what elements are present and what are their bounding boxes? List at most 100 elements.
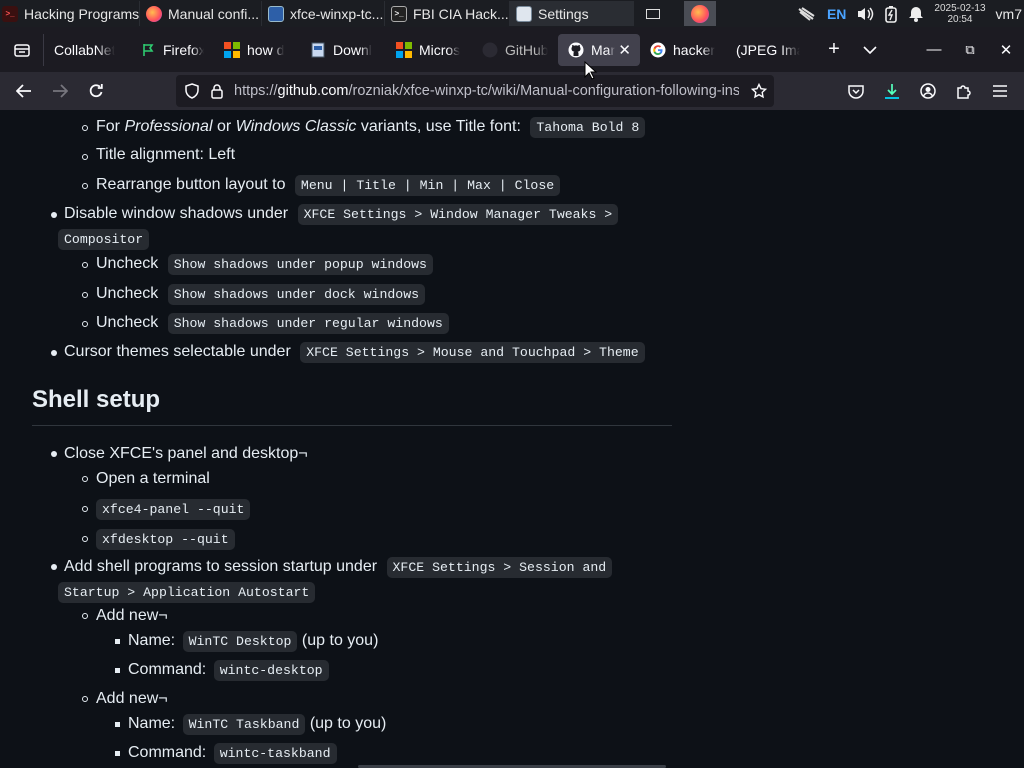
tab-jpeg-image[interactable]: (JPEG Ima <box>726 34 810 66</box>
back-arrow-icon <box>16 84 31 98</box>
tab-hacker[interactable]: hacker <box>640 34 726 66</box>
pocket-icon <box>848 84 864 99</box>
keyboard-layout[interactable]: EN <box>827 6 846 22</box>
inline-code: XFCE Settings > Window Manager Tweaks > <box>297 204 619 225</box>
tab-how-do[interactable]: how d <box>214 34 300 66</box>
firefox-view-button[interactable] <box>0 33 44 66</box>
url-bar[interactable]: https://github.com/rozniak/xfce-winxp-tc… <box>176 75 774 107</box>
list-bullet <box>82 506 88 512</box>
tab-microsoft[interactable]: Micros <box>386 34 472 66</box>
new-tab-button[interactable]: + <box>816 38 852 61</box>
tab-github[interactable]: GitHub <box>472 34 558 66</box>
tracking-protection-shield-icon[interactable] <box>184 83 200 99</box>
list-item: Disable window shadows under XFCE Settin… <box>64 202 619 227</box>
clock-time: 20:54 <box>947 13 973 25</box>
firefox-icon <box>146 5 162 22</box>
list-item: Open a terminal <box>96 470 210 487</box>
list-bullet <box>51 451 57 457</box>
text: Command: <box>128 661 207 678</box>
tab-manual-config[interactable]: Mar ✕ <box>558 33 640 66</box>
firefox-launcher-icon[interactable] <box>684 1 716 26</box>
minimize-icon[interactable]: — <box>916 41 952 58</box>
task-fbi-cia[interactable]: >_ FBI CIA Hack... <box>385 1 510 26</box>
account-button[interactable] <box>910 75 946 107</box>
clock[interactable]: 2025-02-13 20:54 <box>934 3 985 25</box>
list-item: Command: wintc-desktop <box>128 658 329 683</box>
pocket-button[interactable] <box>838 75 874 107</box>
tab-label: Firefox <box>163 41 204 58</box>
list-item: Add shell programs to session startup un… <box>64 555 613 580</box>
list-bullet <box>51 564 57 570</box>
volume-icon[interactable] <box>856 6 874 22</box>
mouse-cursor-icon <box>584 61 598 80</box>
list-bullet <box>82 125 88 131</box>
tab-collabnet[interactable]: CollabNet <box>44 34 130 66</box>
battery-icon[interactable] <box>884 5 898 23</box>
network-icon[interactable] <box>797 6 817 22</box>
list-all-tabs-button[interactable] <box>852 45 888 54</box>
app-menu-button[interactable] <box>982 75 1018 107</box>
list-item: xfdesktop --quit <box>96 527 235 552</box>
inline-code: XFCE Settings > Session and <box>386 557 613 578</box>
divider <box>32 425 672 426</box>
task-settings[interactable]: Settings <box>510 1 634 26</box>
account-icon <box>920 83 936 99</box>
maximize-icon[interactable]: ⧉ <box>952 42 988 58</box>
task-hacking-programs[interactable]: >_ Hacking Programs ≡ <box>0 1 140 26</box>
text: or <box>212 118 236 135</box>
list-item: Cursor themes selectable under XFCE Sett… <box>64 340 645 365</box>
window-controls: — ⧉ ✕ <box>916 27 1024 72</box>
list-item: For Professional or Windows Classic vari… <box>96 115 646 140</box>
terminal-icon: >_ <box>391 5 407 22</box>
url-text[interactable]: https://github.com/rozniak/xfce-winxp-tc… <box>234 83 739 99</box>
system-tray: EN 2025-02-13 20:54 vm7 <box>797 0 1024 27</box>
task-label: Manual confi... <box>168 5 260 22</box>
tab-label: CollabNet <box>54 41 116 58</box>
show-desktop-icon[interactable] <box>646 8 660 19</box>
text: Uncheck <box>96 285 159 302</box>
list-item: Add new¬ <box>96 607 168 624</box>
list-bullet <box>115 722 120 727</box>
extensions-button[interactable] <box>946 75 982 107</box>
notification-bell-icon[interactable] <box>908 6 924 22</box>
list-item: xfce4-panel --quit <box>96 497 251 522</box>
close-window-icon[interactable]: ✕ <box>988 41 1024 59</box>
list-item: Uncheck Show shadows under dock windows <box>96 282 426 307</box>
lock-icon[interactable] <box>210 83 224 99</box>
forward-button[interactable] <box>42 75 78 107</box>
downloads-button[interactable] <box>874 75 910 107</box>
task-manual-config[interactable]: Manual confi... <box>140 1 262 26</box>
task-label: FBI CIA Hack... <box>413 5 509 22</box>
clock-date: 2025-02-13 <box>934 2 986 14</box>
task-label: Settings <box>538 5 589 22</box>
reload-button[interactable] <box>78 75 114 107</box>
task-xfce-winxp[interactable]: xfce-winxp-tc... <box>262 1 385 26</box>
text: (up to you) <box>309 715 387 732</box>
inline-code: xfce4-panel --quit <box>96 499 251 520</box>
google-icon <box>650 42 666 58</box>
close-tab-icon[interactable]: ✕ <box>618 41 631 59</box>
url-path: /rozniak/xfce-winxp-tc/wiki/Manual-confi… <box>348 83 739 99</box>
emphasis-text: Windows Classic <box>235 118 357 135</box>
list-item: Close XFCE's panel and desktop¬ <box>64 445 308 462</box>
list-item: Uncheck Show shadows under popup windows <box>96 252 433 277</box>
user-name[interactable]: vm7 <box>996 6 1022 22</box>
github-icon <box>568 42 584 58</box>
list-bullet <box>51 350 57 356</box>
list-bullet <box>82 183 88 189</box>
task-label: xfce-winxp-tc... <box>290 5 384 22</box>
forward-arrow-icon <box>53 84 68 98</box>
list-bullet <box>115 751 120 756</box>
list-bullet <box>115 668 120 673</box>
text: Uncheck <box>96 314 159 331</box>
list-item-continued: Startup > Application Autostart <box>58 580 316 605</box>
bookmark-star-icon[interactable] <box>751 83 767 99</box>
tab-firefox[interactable]: Firefox <box>130 34 214 66</box>
back-button[interactable] <box>6 75 42 107</box>
tab-label: (JPEG Ima <box>736 41 800 58</box>
text: Name: <box>128 632 176 649</box>
list-item: Name: WinTC Taskband (up to you) <box>128 712 386 737</box>
firefox-view-icon <box>13 43 30 57</box>
tab-downloads[interactable]: Downl <box>300 34 386 66</box>
section-heading: Shell setup <box>32 386 161 413</box>
